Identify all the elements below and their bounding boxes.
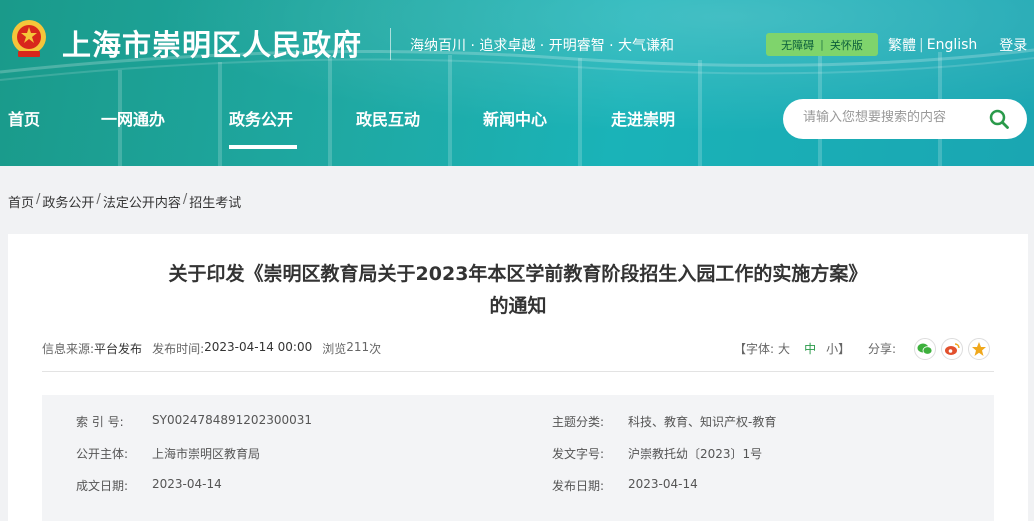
national-emblem-icon[interactable] xyxy=(10,18,48,60)
doc-number-value: 沪崇教托幼〔2023〕1号 xyxy=(628,447,763,461)
index-label: 索 引 号: xyxy=(76,415,124,429)
source-label: 信息来源: xyxy=(42,342,95,356)
search-box xyxy=(783,99,1027,139)
publisher-label: 公开主体: xyxy=(76,447,129,461)
site-header: 上海市崇明区人民政府 海纳百川 · 追求卓越 · 开明睿智 · 大气谦和 无障碍… xyxy=(0,0,1034,166)
search-icon[interactable] xyxy=(988,108,1010,130)
accessibility-link[interactable]: 无障碍 xyxy=(781,37,814,53)
login-link[interactable]: 登录 xyxy=(999,35,1027,55)
breadcrumb-enrollment[interactable]: 招生考试 xyxy=(189,192,241,211)
english-link[interactable]: English xyxy=(927,37,978,53)
topic-label: 主题分类: xyxy=(552,415,605,429)
font-medium-button[interactable]: 中 xyxy=(804,340,816,357)
article-title: 关于印发《崇明区教育局关于2023年本区学前教育阶段招生入园工作的实施方案》 的… xyxy=(8,258,1028,322)
access-separator: | xyxy=(820,38,824,51)
breadcrumb-gov-affairs[interactable]: 政务公开 xyxy=(42,192,94,211)
nav-item-home[interactable]: 首页 xyxy=(8,106,40,130)
views-unit: 次 xyxy=(369,342,382,356)
breadcrumb-separator: / xyxy=(96,192,101,207)
document-info-box: 索 引 号: SY0024784891202300031 主题分类: 科技、教育… xyxy=(42,395,994,521)
font-size-control: 【字体: 大 中 小】 xyxy=(734,340,854,357)
nav-item-about[interactable]: 走进崇明 xyxy=(611,106,675,130)
font-size-label: 【字体: xyxy=(734,342,775,356)
weibo-icon[interactable] xyxy=(941,338,963,360)
breadcrumb-statutory[interactable]: 法定公开内容 xyxy=(103,192,181,211)
breadcrumb-separator: / xyxy=(36,192,41,207)
source-value: 平台发布 xyxy=(94,342,143,356)
nav-item-news[interactable]: 新闻中心 xyxy=(483,106,547,130)
top-links: 繁體 | English 登录 xyxy=(888,35,1027,55)
written-date-label: 成文日期: xyxy=(76,479,129,493)
written-date-value: 2023-04-14 xyxy=(152,477,222,491)
breadcrumb: 首页 / 政务公开 / 法定公开内容 / 招生考试 xyxy=(8,192,241,211)
views-count: 211 xyxy=(346,340,370,354)
publisher-value: 上海市崇明区教育局 xyxy=(152,447,261,461)
topic-value: 科技、教育、知识产权-教育 xyxy=(628,415,777,429)
published-date-label: 发布日期: xyxy=(552,479,605,493)
search-input[interactable] xyxy=(803,110,983,125)
nav-item-gov-affairs[interactable]: 政务公开 xyxy=(229,106,293,130)
date-label: 发布时间: xyxy=(152,342,205,356)
care-mode-link[interactable]: 关怀版 xyxy=(830,37,863,53)
nav-active-indicator xyxy=(229,145,297,149)
font-large-button[interactable]: 大 xyxy=(778,340,790,357)
share-label: 分享: xyxy=(868,342,897,356)
index-value: SY0024784891202300031 xyxy=(152,413,313,427)
meta-divider xyxy=(42,371,994,372)
traditional-chinese-link[interactable]: 繁體 xyxy=(888,35,916,55)
title-divider xyxy=(390,28,391,60)
wechat-icon[interactable] xyxy=(914,338,936,360)
site-slogan: 海纳百川 · 追求卓越 · 开明睿智 · 大气谦和 xyxy=(410,38,675,54)
article-meta: 信息来源: 平台发布 发布时间: 2023-04-14 00:00 浏览 211… xyxy=(42,340,381,357)
views-label: 浏览 xyxy=(322,342,347,356)
breadcrumb-separator: / xyxy=(182,192,188,207)
published-date-value: 2023-04-14 xyxy=(628,477,698,491)
date-value: 2023-04-14 00:00 xyxy=(204,340,313,354)
breadcrumb-home[interactable]: 首页 xyxy=(8,192,34,211)
nav-item-one-stop[interactable]: 一网通办 xyxy=(101,106,165,130)
accessibility-bar: 无障碍 | 关怀版 xyxy=(766,33,878,56)
site-title[interactable]: 上海市崇明区人民政府 xyxy=(62,22,362,64)
doc-number-label: 发文字号: xyxy=(552,447,605,461)
font-small-button[interactable]: 小】 xyxy=(826,340,850,357)
article-title-line2: 的通知 xyxy=(489,295,547,317)
nav-item-interaction[interactable]: 政民互动 xyxy=(356,106,420,130)
favorite-star-icon[interactable] xyxy=(968,338,990,360)
article-title-line1: 关于印发《崇明区教育局关于2023年本区学前教育阶段招生入园工作的实施方案》 xyxy=(168,263,868,285)
article-card: 关于印发《崇明区教育局关于2023年本区学前教育阶段招生入园工作的实施方案》 的… xyxy=(8,234,1028,521)
lang-separator: | xyxy=(919,37,924,53)
